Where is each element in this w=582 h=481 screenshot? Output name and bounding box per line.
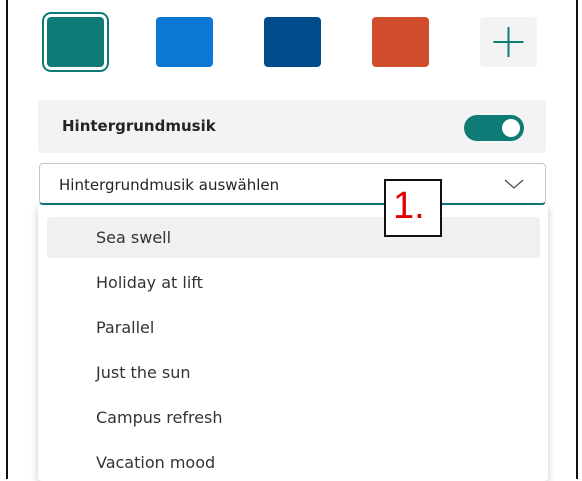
add-color-button[interactable]	[480, 17, 537, 67]
chevron-down-icon	[504, 179, 524, 189]
music-select-placeholder: Hintergrundmusik auswählen	[59, 176, 280, 194]
music-select-dropdown[interactable]: Hintergrundmusik auswählen	[39, 163, 546, 205]
color-swatch-navy[interactable]	[264, 17, 321, 67]
music-option-holiday-at-lift[interactable]: Holiday at lift	[47, 262, 540, 303]
music-option-campus-refresh[interactable]: Campus refresh	[47, 397, 540, 438]
step-annotation-box: 1.	[384, 179, 442, 237]
background-music-label: Hintergrundmusik	[62, 117, 216, 135]
music-options-menu: Sea swell Holiday at lift Parallel Just …	[38, 205, 548, 481]
step-annotation-number: 1.	[393, 185, 425, 227]
music-option-label: Campus refresh	[96, 408, 223, 427]
music-option-label: Holiday at lift	[96, 273, 203, 292]
music-option-parallel[interactable]: Parallel	[47, 307, 540, 348]
music-option-sea-swell[interactable]: Sea swell	[47, 217, 540, 258]
music-option-just-the-sun[interactable]: Just the sun	[47, 352, 540, 393]
music-option-label: Parallel	[96, 318, 155, 337]
color-swatch-teal[interactable]	[42, 12, 109, 72]
music-option-label: Sea swell	[96, 228, 172, 247]
toggle-knob	[502, 119, 520, 137]
music-option-vacation-mood[interactable]: Vacation mood	[47, 442, 540, 481]
background-music-row: Hintergrundmusik	[38, 100, 546, 153]
color-swatch-orange[interactable]	[372, 17, 429, 67]
music-option-label: Vacation mood	[96, 453, 216, 472]
background-music-toggle[interactable]	[464, 115, 524, 141]
plus-icon	[493, 27, 524, 57]
color-swatch-blue[interactable]	[156, 17, 213, 67]
music-option-label: Just the sun	[96, 363, 191, 382]
